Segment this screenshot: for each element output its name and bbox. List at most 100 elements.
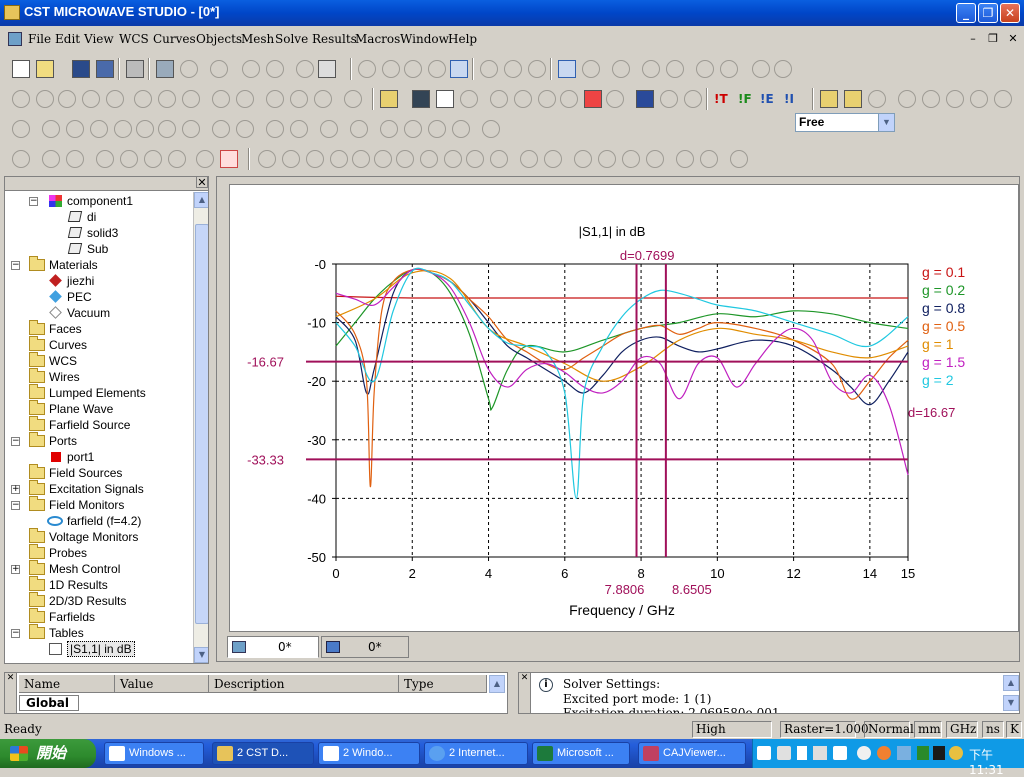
transform-icon[interactable] [696,60,714,78]
wcs-face-icon[interactable] [120,150,138,168]
picks-icon[interactable] [676,150,694,168]
curve-trace-icon[interactable] [212,120,230,138]
shell-icon[interactable] [520,150,538,168]
add-icon[interactable] [574,150,592,168]
menu-help[interactable]: Help [448,32,477,46]
curve-b-icon[interactable] [404,120,422,138]
curve-spline-icon[interactable] [114,120,132,138]
port-icon[interactable] [490,90,508,108]
zoom-window-icon[interactable] [450,60,468,78]
chamfer-icon[interactable] [490,150,508,168]
result4-icon[interactable] [970,90,988,108]
new-file-icon[interactable] [12,60,30,78]
tab-global[interactable]: Global [19,695,79,711]
minimize-button[interactable]: _ [956,3,976,23]
list2-icon[interactable] [290,90,308,108]
menu-wcs[interactable]: WCS [119,32,149,46]
rotate-view-icon[interactable] [382,60,400,78]
collapse-icon[interactable]: − [11,261,20,270]
mdi-doc-icon[interactable] [8,32,22,46]
picks2-icon[interactable] [700,150,718,168]
mesh-icon[interactable] [730,150,748,168]
s11-chart[interactable]: 0 2 4 6 8 10 12 14 15 -0 -10 -20 -30 -40 -50 |S1,1| in … [230,185,1020,633]
tray-monitor-icon[interactable] [933,746,945,760]
open-folder-icon[interactable] [36,60,54,78]
message-scroll-down-icon[interactable]: ▼ [1003,695,1019,711]
tray-app-icon[interactable] [877,746,891,760]
mdi-restore-button[interactable]: ❐ [986,32,1000,46]
lumped-icon[interactable] [514,90,532,108]
task-cst[interactable]: 2 CST D... [212,742,314,765]
wcs-move-icon[interactable] [42,150,60,168]
message-close-icon[interactable]: ✕ [519,673,531,713]
curve-line-icon[interactable] [42,120,60,138]
curve-c-icon[interactable] [428,120,446,138]
monitor-e-icon[interactable]: !E [760,92,774,106]
menu-macros[interactable]: Macros [355,32,400,46]
grid-icon[interactable] [582,60,600,78]
source-icon[interactable] [560,90,578,108]
parameter-scroll-icon[interactable]: ▲ [489,675,505,693]
ime2-icon[interactable] [777,746,791,760]
tray-network-icon[interactable] [897,746,911,760]
collapse-icon[interactable]: − [29,197,38,206]
circle-icon[interactable] [82,90,100,108]
save-all-icon[interactable] [96,60,114,78]
curve-arc-icon[interactable] [90,120,108,138]
probe-icon[interactable] [538,90,556,108]
curve-group-icon[interactable] [350,120,368,138]
menu-window[interactable]: Window [400,32,449,46]
edge2-icon[interactable] [158,90,176,108]
line-icon[interactable] [12,90,30,108]
col-description[interactable]: Description [209,675,399,693]
curve-analytic-icon[interactable] [182,120,200,138]
monitor-icon[interactable] [636,90,654,108]
anchor-icon[interactable] [236,90,254,108]
no-icon[interactable] [344,90,362,108]
curve-e-icon[interactable] [482,120,500,138]
blend-icon[interactable] [466,150,484,168]
shell2-icon[interactable] [544,150,562,168]
monitor-i-icon[interactable]: !I [784,92,794,106]
torus-icon[interactable] [374,150,392,168]
zoom-fit-icon[interactable] [504,60,522,78]
curve-circle-icon[interactable] [66,120,84,138]
task-windows-explorer[interactable]: Windows ... [104,742,204,765]
curve-trim-icon[interactable] [266,120,284,138]
monitor2-icon[interactable] [660,90,678,108]
delete-icon[interactable] [242,60,260,78]
background-icon[interactable] [380,90,398,108]
ime-icon[interactable] [757,746,771,760]
shape2-icon[interactable] [666,60,684,78]
menu-results[interactable]: Results [312,32,357,46]
task-internet[interactable]: 2 Internet... [424,742,528,765]
zoom-in-icon[interactable] [480,60,498,78]
curve-poly-icon[interactable] [158,120,176,138]
tree-close-icon[interactable]: ✕ [196,177,208,189]
brick-icon[interactable] [258,150,276,168]
result2-icon[interactable] [922,90,940,108]
tray-green-icon[interactable] [917,746,929,760]
wcs-icon[interactable] [612,60,630,78]
wcs-point-icon[interactable] [168,150,186,168]
flag-icon[interactable] [584,90,602,108]
rotate-icon[interactable] [358,60,376,78]
menu-edit[interactable]: Edit [55,32,80,46]
intersect-icon[interactable] [622,150,640,168]
start-button[interactable]: 開始 [0,739,96,768]
scroll-thumb[interactable] [195,224,208,624]
save-icon[interactable] [72,60,90,78]
transform2-icon[interactable] [720,60,738,78]
curve-d-icon[interactable] [452,120,470,138]
collapse-icon[interactable]: − [11,437,20,446]
boolean2-icon[interactable] [774,60,792,78]
cylinder-icon[interactable] [306,150,324,168]
expand-icon[interactable]: + [11,485,20,494]
task-microsoft[interactable]: Microsoft ... [532,742,630,765]
dynamic-zoom-icon[interactable] [428,60,446,78]
curve-extend-icon[interactable] [290,120,308,138]
scroll-down-icon[interactable]: ▼ [194,647,208,663]
tray-tool-icon[interactable] [813,746,827,760]
result-icon[interactable] [898,90,916,108]
point-icon[interactable] [58,90,76,108]
